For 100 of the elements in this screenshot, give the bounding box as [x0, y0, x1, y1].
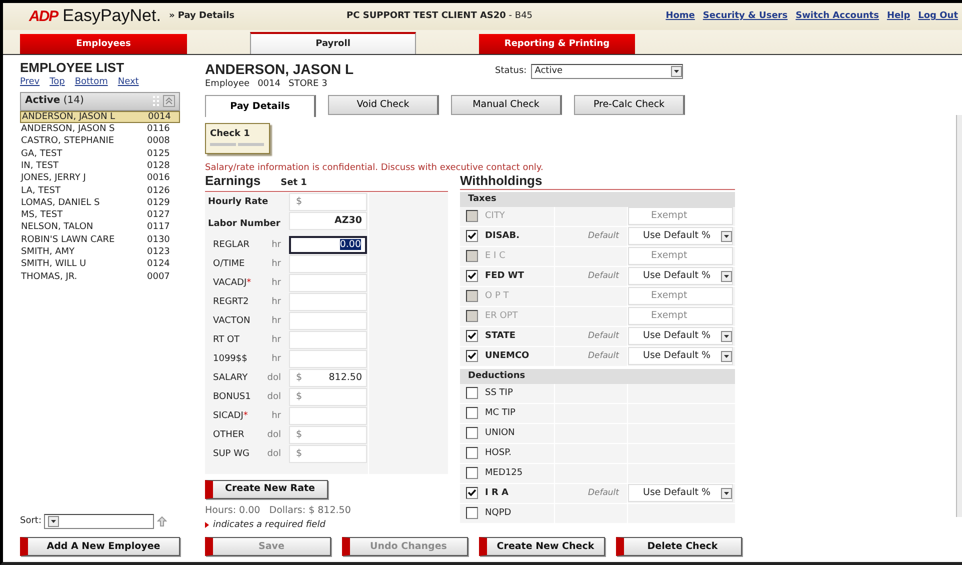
required-note: indicates a required field [213, 520, 326, 531]
deduction-name: HOSP. [485, 448, 512, 458]
nav-link[interactable]: Prev [20, 77, 40, 88]
caret-icon[interactable] [721, 350, 732, 362]
section-title: Earnings [205, 174, 261, 188]
unit-label: hr [272, 240, 281, 250]
totals-text: Hours: 0.00 Dollars: $ 812.50 [205, 504, 352, 516]
checkbox[interactable] [466, 350, 478, 362]
nav-link[interactable]: Help [886, 11, 910, 22]
nav-link[interactable]: Switch Accounts [796, 11, 879, 22]
employee-row[interactable]: THOMAS, JR. 0007 [20, 270, 180, 283]
checkbox[interactable] [466, 447, 478, 460]
checkbox[interactable] [466, 467, 478, 480]
amount-field[interactable] [289, 292, 367, 311]
checkbox[interactable] [466, 230, 478, 242]
rate-select[interactable]: Use Default % [628, 327, 733, 346]
employee-row[interactable]: SMITH, AMY 0123 [20, 246, 180, 258]
amount-field[interactable]: $ [289, 426, 367, 444]
rate-field[interactable]: $ [289, 192, 367, 211]
client-name: PC SUPPORT TEST CLIENT AS20 - B45 [346, 11, 533, 22]
tab[interactable]: Manual Check [451, 94, 562, 115]
tab[interactable]: Pre-Calc Check [574, 94, 685, 115]
action-button: Undo Changes [342, 537, 468, 556]
amount-field[interactable] [289, 274, 367, 292]
action-button[interactable]: Create New Check [479, 537, 605, 556]
rate-select[interactable]: Use Default % [628, 484, 733, 502]
amount-field[interactable]: $ [289, 444, 367, 463]
sort-select[interactable] [44, 514, 154, 529]
caret-icon[interactable] [670, 66, 682, 77]
checkbox[interactable] [466, 270, 478, 282]
status-select[interactable]: Active [530, 64, 683, 79]
tab[interactable]: Void Check [328, 94, 439, 115]
deduction-name: CITY [485, 210, 505, 222]
nav-link[interactable]: Home [666, 11, 695, 22]
employee-row[interactable]: ANDERSON, JASON L 0014 [20, 110, 180, 124]
employee-row[interactable]: LA, TEST 0126 [20, 184, 180, 197]
nav-link[interactable]: Security & Users [702, 11, 788, 22]
checkbox[interactable] [466, 387, 478, 400]
deduction-name: MED125 [485, 468, 523, 478]
rate-select[interactable]: Use Default % [628, 267, 733, 286]
employee-row[interactable]: NELSON, TALON 0117 [20, 221, 180, 234]
caret-icon[interactable] [48, 516, 60, 527]
field-label: Hourly Rate [208, 196, 268, 208]
nav-link[interactable]: Next [118, 77, 139, 88]
grip-icon[interactable] [153, 96, 159, 106]
panel-title: EMPLOYEE LIST [20, 61, 126, 75]
employee-row[interactable]: MS, TEST 0127 [20, 209, 180, 222]
rate-select[interactable]: Use Default % [628, 347, 733, 366]
nav-link[interactable]: Top [50, 77, 65, 88]
scrollbar[interactable] [956, 115, 962, 517]
earning-code: REGLAR [213, 240, 250, 250]
action-button[interactable]: Delete Check [616, 537, 742, 556]
deduction-name: I R A [485, 488, 509, 498]
employee-row[interactable]: LOMAS, DANIEL S 0129 [20, 196, 180, 210]
tab[interactable]: Pay Details [205, 94, 316, 117]
default-label: Default [588, 488, 619, 498]
checkbox[interactable] [466, 330, 478, 342]
main-tab[interactable]: Reporting & Printing [479, 34, 635, 54]
labor-field[interactable]: AZ30 [289, 212, 367, 230]
unit-label: dol [267, 372, 281, 384]
employee-row[interactable]: CASTRO, STEPHANIE 0008 [20, 135, 180, 148]
amount-field[interactable]: $ 812.50 [289, 368, 367, 387]
checkbox[interactable] [466, 507, 478, 520]
caret-icon[interactable] [721, 230, 732, 242]
app-name: EasyPayNet. [62, 6, 161, 27]
unit-label: hr [272, 354, 281, 364]
employee-row[interactable]: JONES, JERRY J 0016 [20, 172, 180, 185]
employee-row[interactable]: ANDERSON, JASON S 0116 [20, 123, 180, 136]
rate-select[interactable]: Use Default % [628, 227, 733, 246]
employee-row[interactable]: ROBIN'S LAWN CARE 0130 [20, 234, 180, 246]
main-tab[interactable]: Employees [20, 34, 187, 54]
deduction-name: NQPD [485, 508, 512, 518]
earning-code: OTHER [213, 430, 244, 440]
amount-field[interactable] [289, 350, 367, 368]
nav-link[interactable]: Log Out [918, 11, 958, 22]
checkbox[interactable] [466, 427, 478, 440]
up-arrow-icon[interactable] [157, 516, 168, 527]
logo: ADP [29, 8, 58, 26]
add-employee-button[interactable]: Add A New Employee [20, 537, 180, 556]
amount-field[interactable]: $ [289, 388, 367, 406]
deduction-name: FED WT [485, 270, 524, 282]
caret-icon[interactable] [721, 488, 732, 499]
create-rate-button[interactable]: Create New Rate [205, 480, 328, 499]
earning-code: REGRT2 [213, 296, 249, 308]
nav-link[interactable]: Bottom [74, 77, 108, 88]
amount-field[interactable] [289, 330, 367, 349]
caret-icon[interactable] [721, 330, 732, 342]
checkbox[interactable] [466, 407, 478, 420]
amount-field[interactable]: 0.00 [289, 236, 367, 254]
amount-field[interactable] [289, 254, 367, 273]
check-card[interactable]: Check 1 [205, 122, 270, 154]
employee-row[interactable]: SMITH, WILL U 0124 [20, 258, 180, 271]
employee-row[interactable]: IN, TEST 0128 [20, 160, 180, 172]
amount-field[interactable] [289, 312, 367, 330]
collapse-icon[interactable] [163, 95, 175, 108]
caret-icon[interactable] [721, 270, 732, 282]
employee-row[interactable]: GA, TEST 0125 [20, 148, 180, 160]
main-tab[interactable]: Payroll [250, 32, 416, 54]
checkbox[interactable] [466, 487, 478, 500]
amount-field[interactable] [289, 406, 367, 425]
